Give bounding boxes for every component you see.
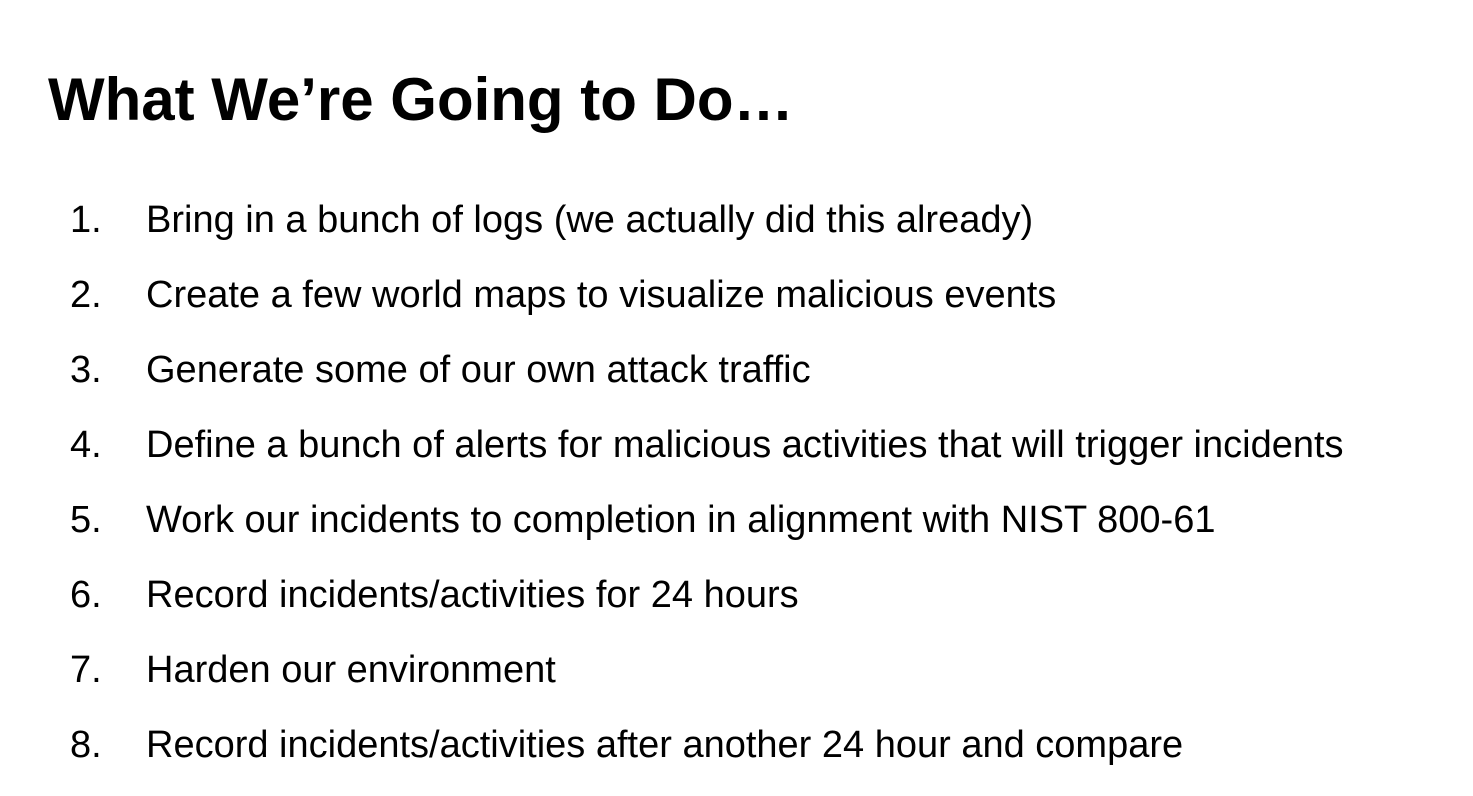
list-item-number: 6.	[70, 574, 102, 616]
list-item-number: 5.	[70, 499, 102, 541]
list-item-text: Generate some of our own attack traffic	[146, 349, 811, 391]
list-item-text: Record incidents/activities after anothe…	[146, 724, 1184, 766]
list-item-number: 7.	[70, 649, 102, 691]
list-item-text: Create a few world maps to visualize mal…	[146, 274, 1057, 316]
list-item-text: Record incidents/activities for 24 hours	[146, 574, 799, 616]
list-item-number: 3.	[70, 349, 102, 391]
list-item-text: Bring in a bunch of logs (we actually di…	[146, 199, 1034, 241]
slide-title: What We’re Going to Do…	[48, 66, 794, 133]
list-item-number: 1.	[70, 199, 102, 241]
list-item-text: Work our incidents to completion in alig…	[146, 499, 1216, 541]
list-item-number: 8.	[70, 724, 102, 766]
list-item-number: 2.	[70, 274, 102, 316]
slide: What We’re Going to Do… 1. Bring in a bu…	[0, 0, 1473, 773]
list-item-number: 4.	[70, 424, 102, 466]
list-item-text: Define a bunch of alerts for malicious a…	[146, 424, 1344, 466]
list-item-text: Harden our environment	[146, 649, 556, 691]
